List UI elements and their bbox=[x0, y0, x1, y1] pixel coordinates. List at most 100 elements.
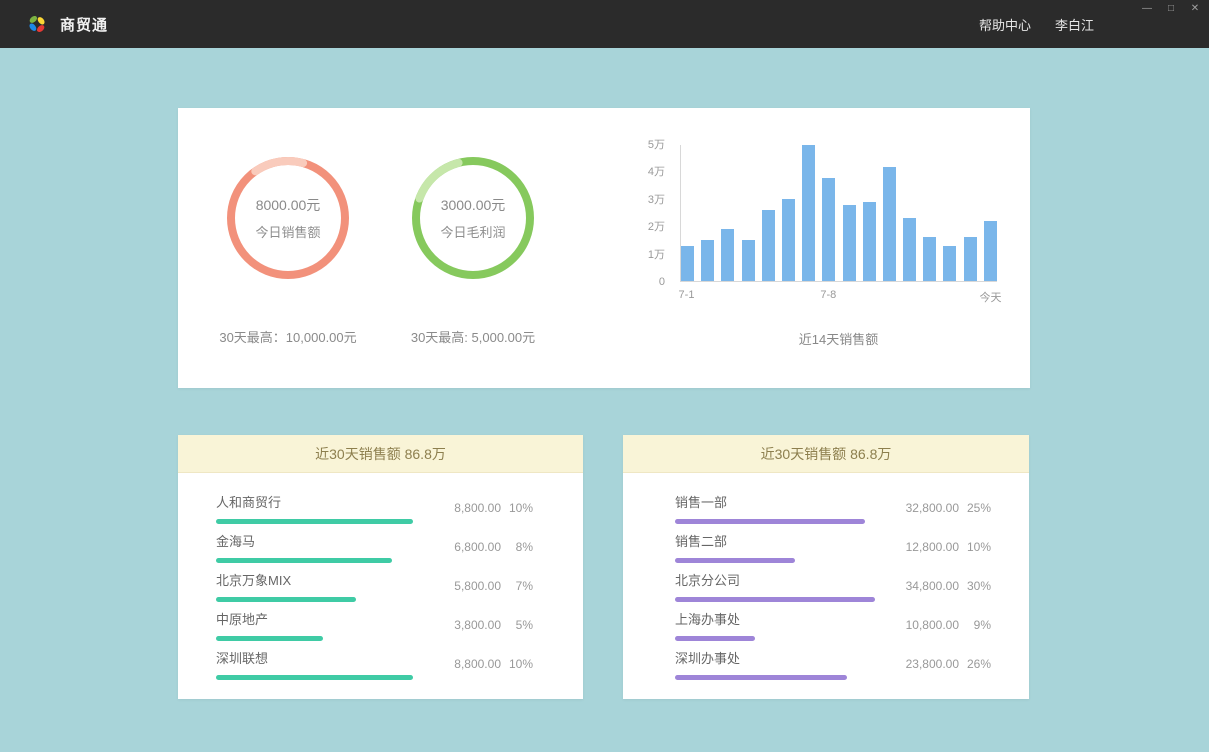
bar-series bbox=[681, 145, 997, 281]
chart-bar bbox=[943, 246, 956, 281]
row-label: 深圳联想 bbox=[216, 648, 423, 667]
sales-list-row: 北京万象MIX 5,800.007% bbox=[216, 566, 533, 605]
today-sales-30day-max: 30天最高：10,000.00元 bbox=[193, 327, 383, 346]
row-percent: 9% bbox=[959, 618, 991, 632]
y-axis-tick-label: 3万 bbox=[648, 194, 665, 206]
app-header: 商贸通 帮助中心 李白江 bbox=[0, 0, 1209, 48]
titlebar: — □ ✕ 商贸通 帮助中心 李白江 bbox=[0, 0, 1209, 48]
today-profit-value: 3000.00元 bbox=[441, 195, 506, 215]
row-amount: 6,800.00 bbox=[437, 540, 501, 554]
row-label: 北京分公司 bbox=[675, 570, 881, 589]
row-percent: 10% bbox=[959, 540, 991, 554]
row-amount: 32,800.00 bbox=[895, 501, 959, 515]
x-axis: 7-17-8今天 bbox=[680, 289, 997, 305]
today-profit-ring-center: 3000.00元 今日毛利润 bbox=[408, 153, 538, 283]
today-profit-widget: 3000.00元 今日毛利润 30天最高: 5,000.00元 bbox=[378, 153, 568, 346]
row-label: 销售一部 bbox=[675, 492, 881, 511]
row-percent: 30% bbox=[959, 579, 991, 593]
sales-list-row: 金海马 6,800.008% bbox=[216, 527, 533, 566]
sales-list-row: 深圳办事处23,800.0026% bbox=[675, 644, 991, 683]
today-sales-ring-center: 8000.00元 今日销售额 bbox=[223, 153, 353, 283]
close-button[interactable]: ✕ bbox=[1189, 3, 1201, 15]
y-axis-tick-label: 4万 bbox=[648, 166, 665, 178]
row-label: 北京万象MIX bbox=[216, 570, 423, 589]
dashboard: 8000.00元 今日销售额 30天最高：10,000.00元 3000.00元… bbox=[0, 48, 1209, 752]
chart-bar bbox=[964, 237, 977, 281]
customers-rows: 人和商贸行8,800.0010%金海马6,800.008%北京万象MIX5,80… bbox=[178, 473, 583, 683]
pinwheel-logo-icon bbox=[26, 13, 48, 35]
row-progress-bar bbox=[675, 597, 875, 602]
row-percent: 10% bbox=[501, 657, 533, 671]
row-label: 上海办事处 bbox=[675, 609, 881, 628]
departments-card-title: 近30天销售额 86.8万 bbox=[623, 435, 1029, 473]
row-percent: 5% bbox=[501, 618, 533, 632]
minimize-button[interactable]: — bbox=[1141, 3, 1153, 15]
chart-bar bbox=[782, 199, 795, 281]
row-label: 金海马 bbox=[216, 531, 423, 550]
departments-sales-card: 近30天销售额 86.8万 销售一部32,800.0025%销售二部12,800… bbox=[623, 435, 1029, 699]
sales-list-row: 销售一部32,800.0025% bbox=[675, 488, 991, 527]
user-menu[interactable]: 李白江 bbox=[1055, 15, 1094, 34]
sales-list-row: 人和商贸行 8,800.0010% bbox=[216, 488, 533, 527]
chart-bar bbox=[883, 167, 896, 281]
summary-card: 8000.00元 今日销售额 30天最高：10,000.00元 3000.00元… bbox=[178, 108, 1030, 388]
row-label: 中原地产 bbox=[216, 609, 423, 628]
row-progress-bar bbox=[216, 558, 392, 563]
bar-chart-plot-area: 5万4万3万2万1万0 bbox=[680, 145, 997, 282]
y-axis-tick-label: 1万 bbox=[648, 249, 665, 261]
row-percent: 10% bbox=[501, 501, 533, 515]
row-percent: 26% bbox=[959, 657, 991, 671]
today-sales-value: 8000.00元 bbox=[256, 195, 321, 215]
app-title: 商贸通 bbox=[60, 14, 108, 35]
row-progress-bar bbox=[675, 636, 755, 641]
row-label: 人和商贸行 bbox=[216, 492, 423, 511]
chart-bar bbox=[984, 221, 997, 281]
row-amount: 3,800.00 bbox=[437, 618, 501, 632]
app-window: — □ ✕ 商贸通 帮助中心 李白江 bbox=[0, 0, 1209, 752]
chart-bar bbox=[762, 210, 775, 281]
row-amount: 34,800.00 bbox=[895, 579, 959, 593]
chart-bar bbox=[923, 237, 936, 281]
sales-list-row: 上海办事处 10,800.009% bbox=[675, 605, 991, 644]
y-axis: 5万4万3万2万1万0 bbox=[631, 145, 673, 282]
chart-bar bbox=[903, 218, 916, 281]
window-controls: — □ ✕ bbox=[1141, 3, 1201, 15]
chart-bar bbox=[843, 205, 856, 281]
today-profit-30day-max: 30天最高: 5,000.00元 bbox=[378, 327, 568, 346]
row-percent: 7% bbox=[501, 579, 533, 593]
row-label: 深圳办事处 bbox=[675, 648, 881, 667]
chart-bar bbox=[822, 178, 835, 281]
row-amount: 5,800.00 bbox=[437, 579, 501, 593]
row-amount: 12,800.00 bbox=[895, 540, 959, 554]
row-progress-bar bbox=[216, 675, 413, 680]
row-amount: 8,800.00 bbox=[437, 657, 501, 671]
row-percent: 8% bbox=[501, 540, 533, 554]
row-label: 销售二部 bbox=[675, 531, 881, 550]
x-axis-tick-label: 7-8 bbox=[820, 289, 836, 301]
row-progress-bar bbox=[675, 675, 847, 680]
maximize-button[interactable]: □ bbox=[1165, 3, 1177, 15]
sales-bar-chart: 5万4万3万2万1万0 7-17-8今天 近14天销售额 bbox=[680, 145, 997, 348]
row-progress-bar bbox=[216, 597, 356, 602]
x-axis-tick-label: 今天 bbox=[980, 289, 1002, 305]
chart-bar bbox=[802, 145, 815, 281]
help-center-link[interactable]: 帮助中心 bbox=[979, 15, 1031, 34]
chart-bar bbox=[721, 229, 734, 281]
today-profit-label: 今日毛利润 bbox=[440, 222, 505, 241]
sales-list-row: 北京分公司 34,800.0030% bbox=[675, 566, 991, 605]
chart-bar bbox=[863, 202, 876, 281]
y-axis-tick-label: 0 bbox=[659, 276, 665, 288]
customers-sales-card: 近30天销售额 86.8万 人和商贸行8,800.0010%金海马6,800.0… bbox=[178, 435, 583, 699]
chart-bar bbox=[681, 246, 694, 281]
sales-list-row: 销售二部 12,800.0010% bbox=[675, 527, 991, 566]
chart-bar bbox=[701, 240, 714, 281]
row-progress-bar bbox=[216, 519, 413, 524]
customers-card-title: 近30天销售额 86.8万 bbox=[178, 435, 583, 473]
row-amount: 10,800.00 bbox=[895, 618, 959, 632]
row-amount: 8,800.00 bbox=[437, 501, 501, 515]
departments-rows: 销售一部32,800.0025%销售二部12,800.0010%北京分公司34,… bbox=[623, 473, 1029, 683]
row-progress-bar bbox=[675, 519, 865, 524]
row-progress-bar bbox=[216, 636, 323, 641]
y-axis-tick-label: 5万 bbox=[648, 139, 665, 151]
row-progress-bar bbox=[675, 558, 795, 563]
